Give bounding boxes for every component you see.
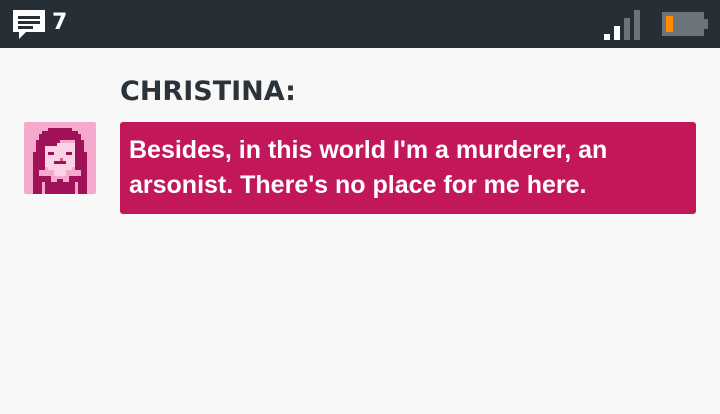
chat-bubble-icon[interactable] (12, 9, 46, 41)
speaker-name: CHRISTINA: (120, 76, 296, 107)
dialog-bubble[interactable]: Besides, in this world I'm a murderer, a… (120, 122, 696, 214)
battery-low-icon (662, 12, 708, 36)
message-count: 7 (52, 10, 68, 35)
character-portrait (24, 122, 96, 194)
dialog-text: Besides, in this world I'm a murderer, a… (129, 136, 608, 199)
status-bar: 7 (0, 0, 720, 48)
signal-strength-icon (602, 10, 642, 40)
